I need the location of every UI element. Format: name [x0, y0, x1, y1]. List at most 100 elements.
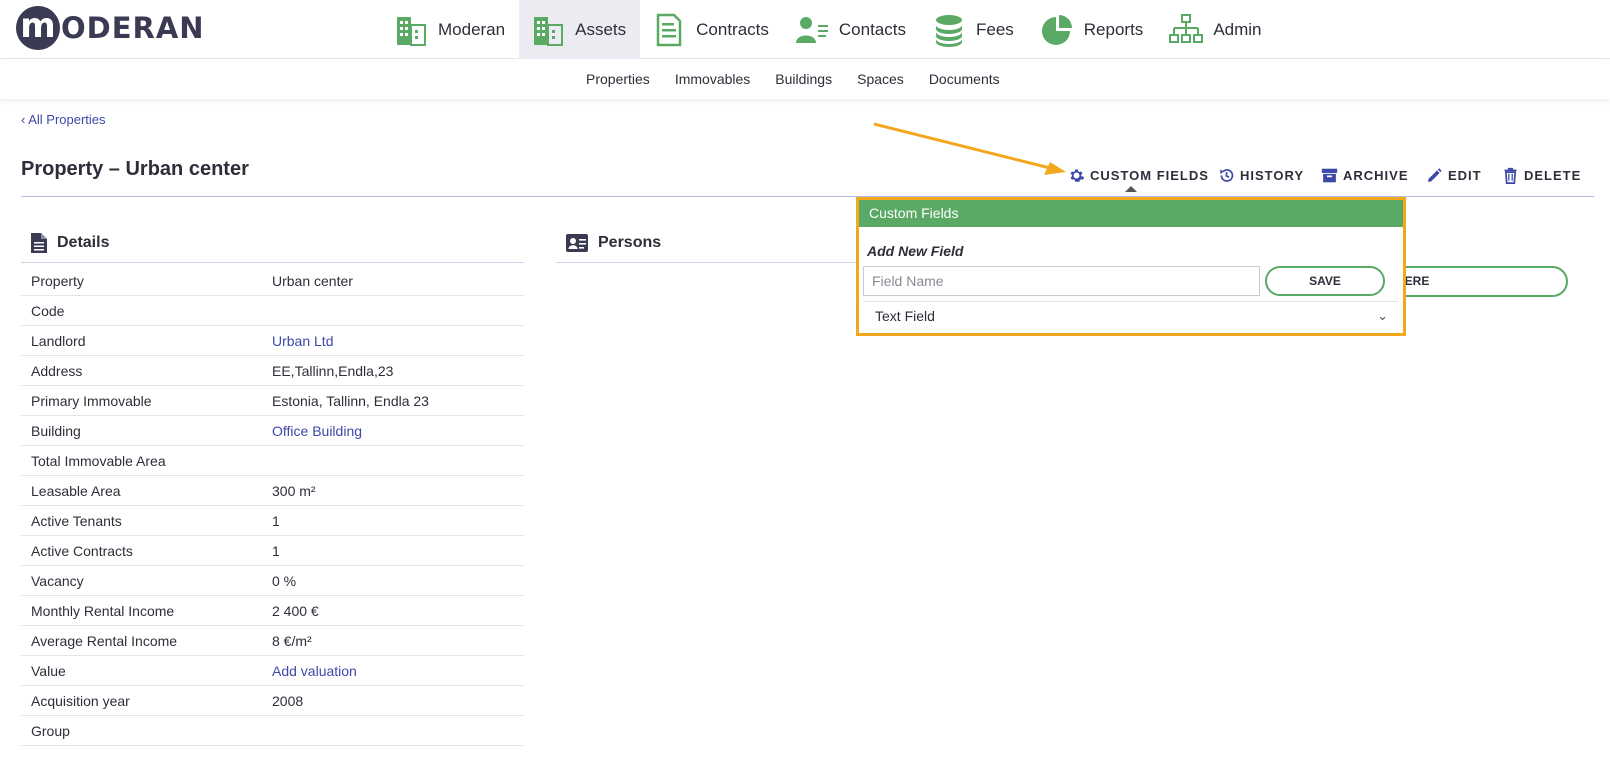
edit-label: EDIT: [1448, 168, 1482, 183]
detail-label: Group: [31, 722, 70, 739]
detail-value: EE,Tallinn,Endla,23: [272, 362, 394, 379]
nav-label: Fees: [975, 19, 1014, 39]
detail-value: 8 €/m²: [272, 632, 312, 649]
building-icon: [534, 16, 564, 46]
detail-label: Code: [31, 302, 65, 319]
pie-chart-icon: [1041, 14, 1072, 45]
history-label: HISTORY: [1240, 168, 1305, 183]
detail-label: Active Contracts: [31, 542, 133, 559]
detail-label: Property: [31, 272, 84, 289]
details-table: Property Urban center Code Landlord Urban …: [21, 266, 524, 746]
moderan-logo[interactable]: m ODERAN: [16, 6, 205, 50]
subnav-documents[interactable]: Documents: [929, 71, 1000, 87]
detail-label: Value: [31, 662, 66, 679]
nav-label: Assets: [575, 19, 627, 39]
detail-row: Landlord Urban Ltd: [21, 326, 524, 356]
subnav-spaces[interactable]: Spaces: [857, 71, 904, 87]
detail-value: Urban center: [272, 272, 353, 289]
details-heading: Details: [31, 233, 109, 253]
nav-label: Contracts: [696, 19, 769, 39]
detail-label: Monthly Rental Income: [31, 602, 175, 619]
nav-label: Admin: [1213, 19, 1262, 39]
detail-row: Address EE,Tallinn,Endla,23: [21, 356, 524, 386]
nav-label: Moderan: [438, 19, 506, 39]
delete-label: DELETE: [1524, 168, 1582, 183]
add-valuation-link[interactable]: Add valuation: [272, 663, 357, 679]
pencil-icon: [1428, 168, 1442, 182]
detail-label: Primary Immovable: [31, 392, 152, 409]
sub-nav: Properties Immovables Buildings Spaces D…: [0, 59, 1610, 99]
nav-item-assets[interactable]: Assets: [519, 0, 641, 59]
detail-value: 2 400 €: [272, 602, 319, 619]
detail-label: Total Immovable Area: [31, 452, 166, 469]
custom-fields-button[interactable]: CUSTOM FIELDS: [1068, 167, 1209, 184]
subnav-properties[interactable]: Properties: [586, 71, 650, 87]
nav-item-admin[interactable]: Admin: [1157, 0, 1275, 59]
detail-label: Building: [31, 422, 81, 439]
detail-value: Estonia, Tallinn, Endla 23: [272, 392, 429, 409]
id-card-icon: [566, 234, 588, 252]
detail-row: Active Contracts 1: [21, 536, 524, 566]
landlord-link[interactable]: Urban Ltd: [272, 333, 333, 349]
archive-icon: [1321, 168, 1338, 183]
nav-item-fees[interactable]: Fees: [920, 0, 1028, 59]
nav-item-contracts[interactable]: Contracts: [640, 0, 783, 59]
edit-button[interactable]: EDIT: [1426, 167, 1482, 184]
top-bar: m ODERAN Moderan Assets Contracts Contac…: [0, 0, 1610, 59]
detail-label: Acquisition year: [31, 692, 130, 709]
detail-row: Value Add valuation: [21, 656, 524, 686]
detail-row: Leasable Area 300 m²: [21, 476, 524, 506]
subnav-buildings[interactable]: Buildings: [775, 71, 832, 87]
detail-label: Vacancy: [31, 572, 84, 589]
main-nav: Moderan Assets Contracts Contacts Fees R…: [382, 0, 1276, 59]
detail-label: Address: [31, 362, 83, 379]
nav-label: Contacts: [838, 19, 906, 39]
page-title: Property – Urban center: [21, 158, 249, 180]
archive-button[interactable]: ARCHIVE: [1321, 167, 1409, 184]
popup-title: Custom Fields: [859, 200, 1403, 227]
persons-heading: Persons: [566, 234, 661, 252]
history-icon: [1220, 169, 1234, 182]
breadcrumb-all-properties[interactable]: ‹ All Properties: [21, 112, 106, 127]
subnav-immovables[interactable]: Immovables: [675, 71, 750, 87]
detail-label: Average Rental Income: [31, 632, 178, 649]
detail-row: Monthly Rental Income 2 400 €: [21, 596, 524, 626]
detail-row: Primary Immovable Estonia, Tallinn, Endla…: [21, 386, 524, 416]
detail-row: Group: [21, 716, 524, 746]
detail-label: Leasable Area: [31, 482, 121, 499]
building-icon: [397, 16, 426, 46]
chevron-down-icon: ⌄: [1377, 308, 1388, 323]
detail-label: Active Tenants: [31, 512, 122, 529]
document-icon: [31, 233, 47, 253]
history-button[interactable]: HISTORY: [1218, 167, 1304, 184]
detail-row: Property Urban center: [21, 266, 524, 296]
popup-subtitle: Add New Field: [867, 243, 964, 259]
field-type-value: Text Field: [875, 308, 935, 324]
detail-row: Average Rental Income 8 €/m²: [21, 626, 524, 656]
persons-divider: [556, 262, 866, 263]
document-icon: [656, 13, 682, 46]
logo-text: ODERAN: [61, 11, 205, 45]
field-type-select[interactable]: Text Field ⌄: [863, 301, 1398, 329]
detail-row: Vacancy 0 %: [21, 566, 524, 596]
nav-item-reports[interactable]: Reports: [1028, 0, 1158, 59]
detail-row: Acquisition year 2008: [21, 686, 524, 716]
delete-button[interactable]: DELETE: [1502, 167, 1581, 184]
nav-item-contacts[interactable]: Contacts: [783, 0, 920, 59]
nav-label: Reports: [1083, 19, 1144, 39]
save-button[interactable]: SAVE: [1265, 266, 1385, 296]
archive-label: ARCHIVE: [1343, 168, 1409, 183]
logo-mark: m: [16, 6, 60, 50]
person-list-icon: [795, 16, 828, 43]
details-heading-label: Details: [57, 234, 110, 251]
popup-caret: [1125, 186, 1137, 192]
detail-label: Landlord: [31, 332, 86, 349]
persons-heading-label: Persons: [598, 234, 662, 251]
gear-icon: [1070, 169, 1085, 182]
building-link[interactable]: Office Building: [272, 423, 362, 439]
detail-row: Code: [21, 296, 524, 326]
trash-icon: [1504, 167, 1517, 184]
field-name-input[interactable]: [863, 266, 1260, 296]
detail-value: 2008: [272, 692, 304, 709]
nav-item-moderan[interactable]: Moderan: [382, 0, 519, 59]
